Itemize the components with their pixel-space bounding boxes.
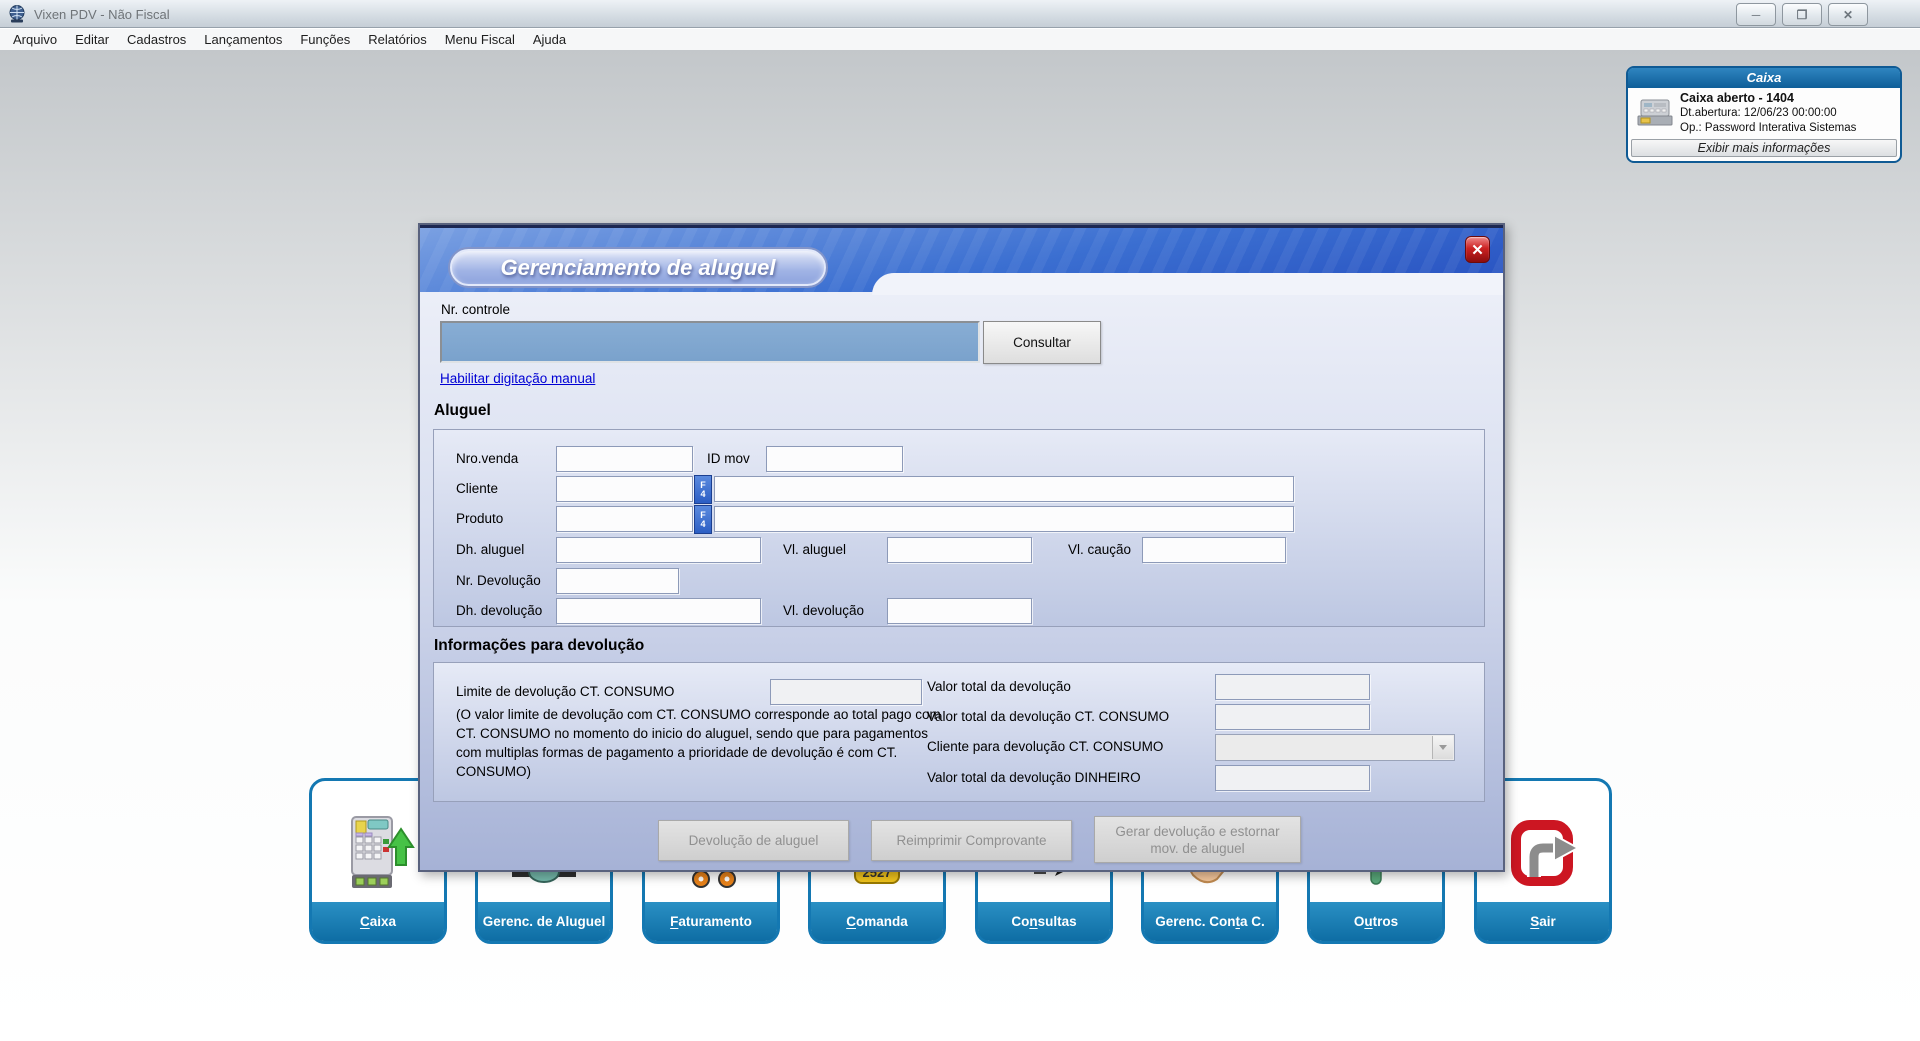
consultar-button[interactable]: Consultar <box>983 321 1101 364</box>
toolbar-label-caixa: Caixa <box>312 902 444 941</box>
caixa-operator-line: Op.: Password Interativa Sistemas <box>1680 121 1896 136</box>
caixa-status-panel: Caixa Caixa aberto - 1404 Dt.abertura: 1… <box>1626 66 1902 163</box>
caixa-panel-body: Caixa aberto - 1404 Dt.abertura: 12/06/2… <box>1628 88 1900 139</box>
dh-devolucao-input[interactable] <box>556 598 761 624</box>
caixa-panel-title: Caixa <box>1628 68 1900 88</box>
nro-venda-input[interactable] <box>556 446 693 472</box>
dh-aluguel-label: Dh. aluguel <box>456 542 524 557</box>
dialog-header: Gerenciamento de aluguel ✕ <box>420 225 1503 292</box>
cliente-name-input[interactable] <box>714 476 1294 502</box>
limite-devolucao-label: Limite de devolução CT. CONSUMO <box>456 684 674 699</box>
vl-devolucao-label: Vl. devolução <box>783 603 864 618</box>
toolbar-label-gerenc-conta-c: Gerenc. Conta C. <box>1144 902 1276 941</box>
window-controls: ─ ❐ ✕ <box>1736 3 1868 26</box>
desktop-background: Caixa Caixa aberto - 1404 Dt.abertura: 1… <box>0 50 1920 1041</box>
cliente-ct-label: Cliente para devolução CT. CONSUMO <box>927 739 1163 754</box>
gerar-devolucao-estornar-button[interactable]: Gerar devolução e estornar mov. de alugu… <box>1094 816 1301 863</box>
minimize-button[interactable]: ─ <box>1736 3 1776 26</box>
enable-manual-entry-link[interactable]: Habilitar digitação manual <box>440 371 595 386</box>
id-mov-label: ID mov <box>707 451 750 466</box>
menu-menu-fiscal[interactable]: Menu Fiscal <box>436 30 524 49</box>
app-icon <box>7 4 27 24</box>
valor-total-input[interactable] <box>1215 674 1370 700</box>
menu-cadastros[interactable]: Cadastros <box>118 30 195 49</box>
chevron-down-icon <box>1439 745 1447 754</box>
close-window-button[interactable]: ✕ <box>1828 3 1868 26</box>
dialog-header-notch <box>872 273 1503 295</box>
toolbar-label-faturamento: Faturamento <box>645 902 777 941</box>
cash-register-icon <box>1635 96 1675 135</box>
dialog-close-button[interactable]: ✕ <box>1465 236 1490 263</box>
aluguel-section-title: Aluguel <box>434 402 491 420</box>
nr-devolucao-input[interactable] <box>556 568 679 594</box>
close-icon: ✕ <box>1471 241 1484 259</box>
menu-relatorios[interactable]: Relatórios <box>359 30 436 49</box>
toolbar-label-consultas: Consultas <box>978 902 1110 941</box>
nro-venda-label: Nro.venda <box>456 451 518 466</box>
menu-funcoes[interactable]: Funções <box>291 30 359 49</box>
cliente-f4-lookup-button[interactable]: F4 <box>694 475 712 504</box>
menu-editar[interactable]: Editar <box>66 30 118 49</box>
menu-arquivo[interactable]: Arquivo <box>4 30 66 49</box>
id-mov-input[interactable] <box>766 446 903 472</box>
vl-devolucao-input[interactable] <box>887 598 1032 624</box>
vl-aluguel-input[interactable] <box>887 537 1032 563</box>
valor-total-ct-input[interactable] <box>1215 704 1370 730</box>
produto-label: Produto <box>456 511 503 526</box>
valor-total-ct-label: Valor total da devolução CT. CONSUMO <box>927 709 1169 724</box>
restore-icon: ❐ <box>1797 8 1808 22</box>
dropdown-arrow-button[interactable] <box>1432 736 1453 759</box>
produto-f4-lookup-button[interactable]: F4 <box>694 505 712 534</box>
cliente-ct-dropdown[interactable] <box>1215 734 1455 761</box>
devolucao-section-title: Informações para devolução <box>434 637 644 655</box>
cliente-code-input[interactable] <box>556 476 693 502</box>
dh-devolucao-label: Dh. devolução <box>456 603 542 618</box>
dh-aluguel-input[interactable] <box>556 537 761 563</box>
show-more-info-button[interactable]: Exibir mais informações <box>1631 139 1897 157</box>
toolbar-label-sair: Sair <box>1477 902 1609 941</box>
toolbar-label-gerenc-de-aluguel: Gerenc. de Aluguel <box>478 902 610 941</box>
menu-lancamentos[interactable]: Lançamentos <box>195 30 291 49</box>
limite-devolucao-input[interactable] <box>770 679 922 705</box>
window-title: Vixen PDV - Não Fiscal <box>34 7 170 22</box>
devolucao-note: (O valor limite de devolução com CT. CON… <box>456 705 956 781</box>
valor-total-dinheiro-label: Valor total da devolução DINHEIRO <box>927 770 1141 785</box>
vl-caucao-label: Vl. caução <box>1068 542 1131 557</box>
toolbar-label-outros: Outros <box>1310 902 1442 941</box>
devolucao-de-aluguel-button[interactable]: Devolução de aluguel <box>658 820 849 861</box>
produto-name-input[interactable] <box>714 506 1294 532</box>
valor-total-dinheiro-input[interactable] <box>1215 765 1370 791</box>
window-titlebar: Vixen PDV - Não Fiscal ─ ❐ ✕ <box>0 0 1920 28</box>
nr-controle-input[interactable] <box>440 321 980 363</box>
restore-button[interactable]: ❐ <box>1782 3 1822 26</box>
caixa-status-line: Caixa aberto - 1404 <box>1680 91 1896 106</box>
menu-bar: Arquivo Editar Cadastros Lançamentos Fun… <box>0 29 1920 50</box>
close-icon: ✕ <box>1843 8 1853 22</box>
nr-devolucao-label: Nr. Devolução <box>456 573 541 588</box>
minimize-icon: ─ <box>1752 8 1761 22</box>
dialog-title: Gerenciamento de aluguel <box>450 249 826 286</box>
reimprimir-comprovante-button[interactable]: Reimprimir Comprovante <box>871 820 1072 861</box>
rental-management-dialog: Gerenciamento de aluguel ✕ Nr. controle … <box>418 223 1505 872</box>
caixa-opening-line: Dt.abertura: 12/06/23 00:00:00 <box>1680 106 1896 121</box>
nr-controle-label: Nr. controle <box>441 302 510 317</box>
cliente-label: Cliente <box>456 481 498 496</box>
vl-caucao-input[interactable] <box>1142 537 1286 563</box>
toolbar-label-comanda: Comanda <box>811 902 943 941</box>
vl-aluguel-label: Vl. aluguel <box>783 542 846 557</box>
produto-code-input[interactable] <box>556 506 693 532</box>
menu-ajuda[interactable]: Ajuda <box>524 30 575 49</box>
valor-total-label: Valor total da devolução <box>927 679 1071 694</box>
